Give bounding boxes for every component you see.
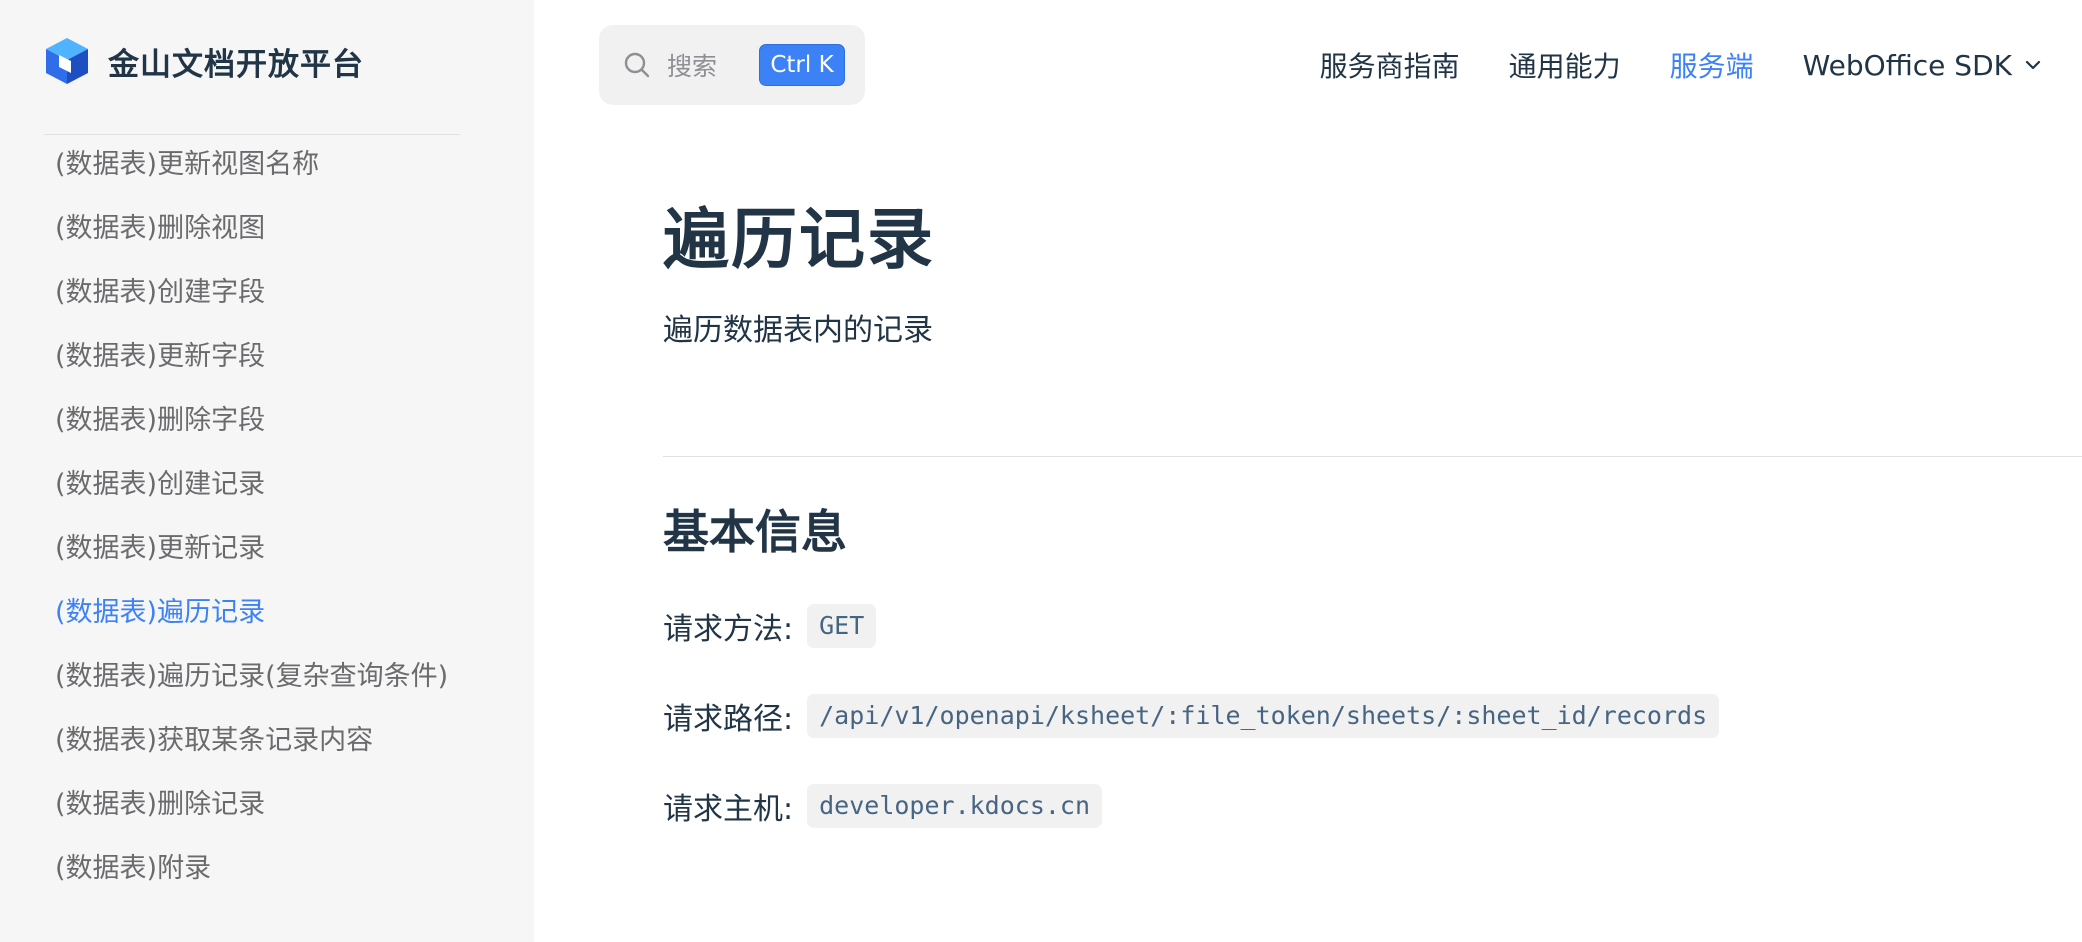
sidebar-item-update-view-name[interactable]: (数据表)更新视图名称 (55, 140, 448, 204)
section-title-basic-info: 基本信息 (663, 505, 847, 559)
sidebar-item-get-record[interactable]: (数据表)获取某条记录内容 (55, 716, 448, 780)
search-button[interactable]: 搜索 Ctrl K (599, 25, 865, 105)
sidebar-divider (44, 134, 460, 135)
sidebar-item-create-record[interactable]: (数据表)创建记录 (55, 460, 448, 524)
sidebar: 金山文档开放平台 (数据表)更新视图名称 (数据表)删除视图 (数据表)创建字段… (0, 0, 534, 942)
host-label: 请求主机: (663, 792, 794, 827)
method-value: GET (807, 604, 877, 648)
sidebar-item-delete-view[interactable]: (数据表)删除视图 (55, 204, 448, 268)
info-row-method: 请求方法: GET (663, 603, 2082, 649)
shortcut-badge: Ctrl K (759, 44, 846, 86)
brand-title: 金山文档开放平台 (108, 46, 364, 83)
sidebar-nav-list: (数据表)更新视图名称 (数据表)删除视图 (数据表)创建字段 (数据表)更新字… (55, 140, 448, 908)
path-value: /api/v1/openapi/ksheet/:file_token/sheet… (807, 694, 1720, 738)
brand[interactable]: 金山文档开放平台 (44, 36, 364, 86)
sidebar-item-delete-field[interactable]: (数据表)删除字段 (55, 396, 448, 460)
nav-link-server-side[interactable]: 服务端 (1670, 45, 1754, 85)
main-content: 遍历记录 遍历数据表内的记录 基本信息 请求方法: GET 请求路径: /api… (663, 190, 2082, 829)
nav-link-general-capabilities[interactable]: 通用能力 (1509, 45, 1621, 85)
sidebar-item-update-record[interactable]: (数据表)更新记录 (55, 524, 448, 588)
sidebar-item-delete-record[interactable]: (数据表)删除记录 (55, 780, 448, 844)
sidebar-item-list-records[interactable]: (数据表)遍历记录 (55, 588, 448, 652)
sidebar-item-update-field[interactable]: (数据表)更新字段 (55, 332, 448, 396)
nav-dropdown-label: WebOffice SDK (1802, 48, 2012, 82)
chevron-down-icon (2025, 60, 2041, 70)
host-value: developer.kdocs.cn (807, 784, 1103, 828)
info-row-host: 请求主机: developer.kdocs.cn (663, 783, 2082, 829)
nav-dropdown-weboffice-sdk[interactable]: WebOffice SDK (1803, 49, 2042, 82)
sidebar-item-list-records-complex[interactable]: (数据表)遍历记录(复杂查询条件) (55, 652, 448, 716)
nav-link-provider-guide[interactable]: 服务商指南 (1320, 45, 1460, 85)
content-divider (663, 456, 2082, 457)
kdocs-logo-icon (46, 38, 88, 84)
page-title: 遍历记录 (663, 201, 935, 278)
sidebar-item-appendix[interactable]: (数据表)附录 (55, 844, 448, 908)
top-nav: 服务商指南 通用能力 服务端 WebOffice SDK (1271, 40, 2042, 90)
search-icon (624, 52, 650, 78)
search-placeholder: 搜索 (667, 52, 718, 81)
path-label: 请求路径: (663, 702, 794, 737)
sidebar-item-create-field[interactable]: (数据表)创建字段 (55, 268, 448, 332)
page-description: 遍历数据表内的记录 (663, 313, 933, 348)
method-label: 请求方法: (663, 612, 794, 647)
info-row-path: 请求路径: /api/v1/openapi/ksheet/:file_token… (663, 693, 2082, 739)
